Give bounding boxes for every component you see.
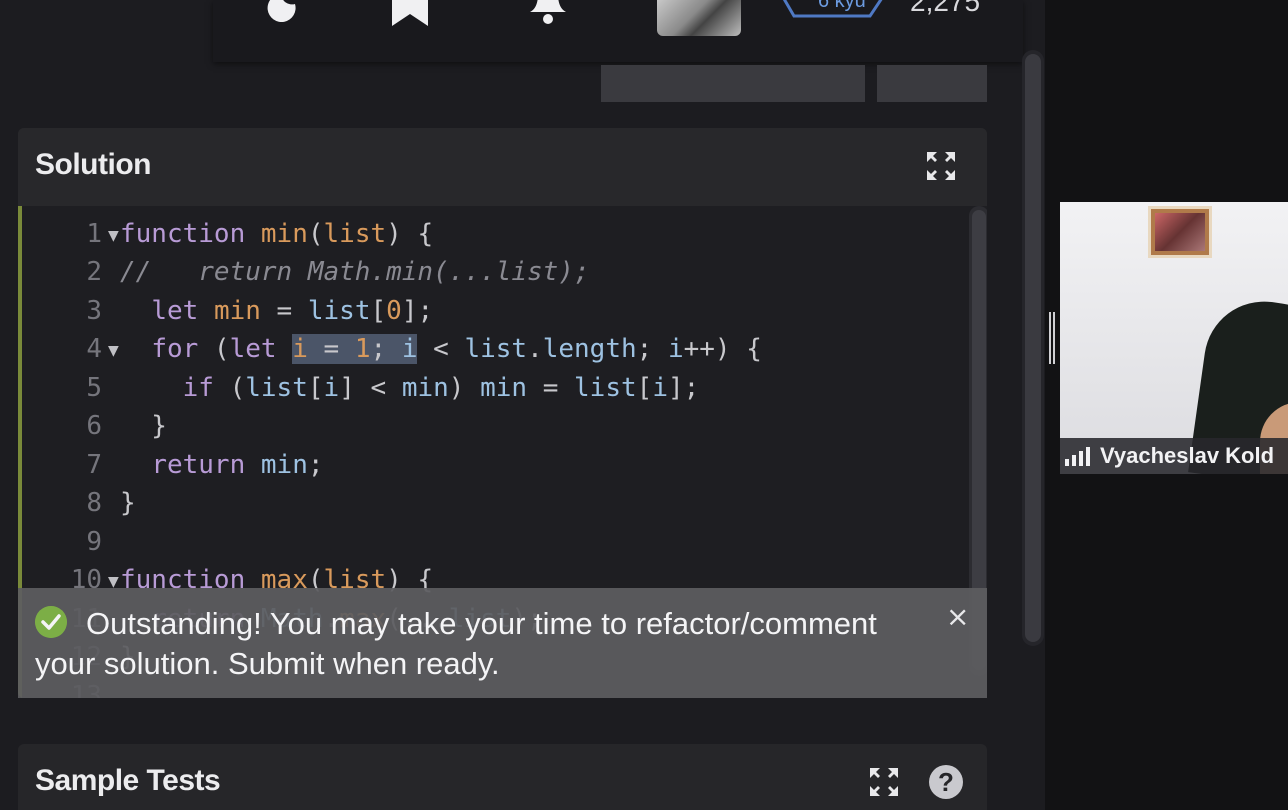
participant-name-bar: Vyacheslav Kold <box>1060 438 1288 474</box>
line-number: 9 <box>86 527 102 557</box>
code-line[interactable]: for (let i = 1; i < list.length; i++) { <box>120 334 762 364</box>
resize-handle[interactable] <box>1049 312 1055 364</box>
rank-badge: 6 kyu <box>818 0 866 12</box>
code-line[interactable]: return min; <box>120 450 323 480</box>
line-number: 1 <box>86 219 102 249</box>
bookmark-icon[interactable] <box>388 0 432 28</box>
toolbar-tab[interactable] <box>877 65 987 102</box>
expand-icon[interactable] <box>925 150 957 182</box>
fold-toggle-icon[interactable]: ▼ <box>108 343 119 359</box>
sample-tests-title: Sample Tests <box>35 764 221 797</box>
toolbar-tab[interactable] <box>601 65 865 102</box>
code-line[interactable]: // return Math.min(...list); <box>120 257 590 287</box>
solution-title: Solution <box>35 148 151 181</box>
fold-toggle-icon[interactable]: ▼ <box>108 228 119 244</box>
help-icon[interactable]: ? <box>929 765 963 799</box>
page-scrollbar[interactable] <box>1022 50 1044 646</box>
page-scrollbar-thumb[interactable] <box>1025 54 1041 642</box>
honor-score: 2,275 <box>910 0 981 17</box>
notification-message: Outstanding! You may take your time to r… <box>35 606 877 681</box>
solution-header: Solution <box>18 128 987 206</box>
code-line[interactable]: function min(list) { <box>120 219 433 249</box>
line-number: 3 <box>86 296 102 326</box>
code-line[interactable]: } <box>120 411 167 441</box>
code-line[interactable]: if (list[i] < min) min = list[i]; <box>120 373 700 403</box>
line-number: 5 <box>86 373 102 403</box>
bell-icon[interactable] <box>526 0 570 28</box>
line-number: 7 <box>86 450 102 480</box>
success-notification: Outstanding! You may take your time to r… <box>18 588 987 698</box>
signal-strength-icon <box>1065 447 1090 466</box>
participant-name: Vyacheslav Kold <box>1100 443 1275 468</box>
line-number: 6 <box>86 411 102 441</box>
video-tile[interactable]: Vyacheslav Kold <box>1060 202 1288 474</box>
code-line[interactable]: let min = list[0]; <box>120 296 433 326</box>
close-icon[interactable]: × <box>946 600 969 633</box>
expand-icon[interactable] <box>868 766 900 798</box>
code-line[interactable]: } <box>120 488 136 518</box>
top-navigation: 6 kyu 2,275 <box>213 0 1023 62</box>
line-number: 2 <box>86 257 102 287</box>
line-number: 4 <box>86 334 102 364</box>
moon-icon[interactable] <box>255 0 299 28</box>
wall-photo <box>1148 206 1212 258</box>
user-avatar[interactable] <box>657 0 741 36</box>
line-number: 8 <box>86 488 102 518</box>
sample-tests-panel: Sample Tests ? <box>18 744 987 810</box>
